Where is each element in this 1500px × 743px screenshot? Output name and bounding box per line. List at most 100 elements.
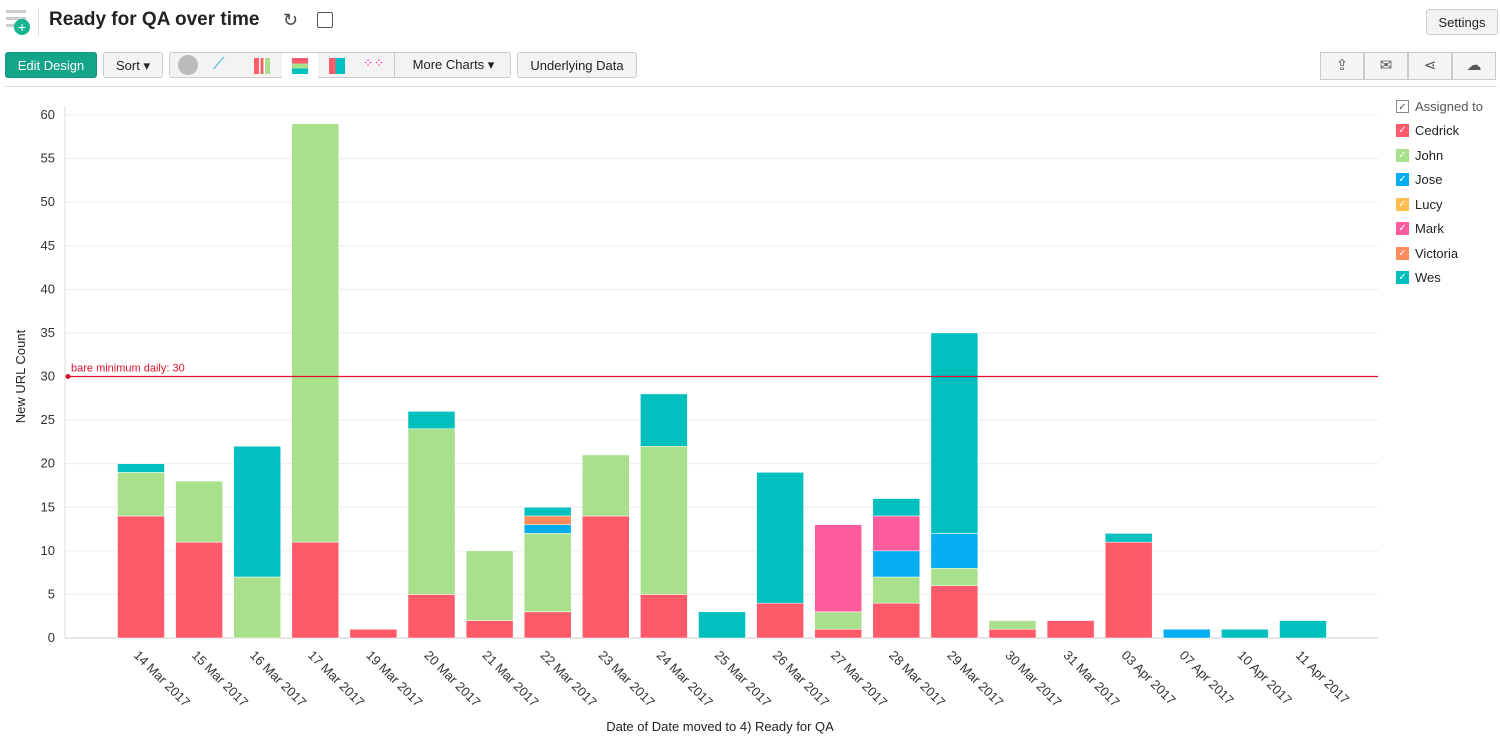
bar-segment-victoria[interactable]	[523, 515, 572, 525]
bar-segment-john[interactable]	[988, 620, 1037, 630]
bar-segment-john[interactable]	[640, 445, 688, 595]
refresh-icon[interactable]: ↻	[283, 10, 298, 31]
bar-segment-cedrick[interactable]	[640, 594, 688, 639]
checkbox-icon: ✓	[1396, 197, 1409, 211]
legend-label: Mark	[1415, 221, 1444, 237]
bar-segment-jose[interactable]	[930, 533, 979, 569]
legend-item-victoria[interactable]: ✓ Victoria	[1396, 241, 1483, 266]
checkbox-icon: ✓	[1396, 124, 1409, 138]
x-tick-label: 20 Mar 2017	[421, 648, 483, 710]
legend-item-mark[interactable]: ✓ Mark	[1396, 217, 1483, 242]
menu-add-icon[interactable]: +	[6, 8, 32, 36]
bar-segment-wes[interactable]	[756, 472, 804, 604]
bar-segment-wes[interactable]	[407, 411, 456, 430]
bar-segment-cedrick[interactable]	[175, 541, 223, 639]
legend: ✓ Assigned to ✓ Cedrick ✓ John ✓ Jose ✓ Lucy ✓ Mar…	[1396, 94, 1483, 290]
stacked-bar-chart-icon[interactable]	[282, 53, 318, 79]
cloud-upload-icon[interactable]: ☁	[1452, 52, 1496, 80]
legend-label: Cedrick	[1415, 123, 1460, 139]
scatter-chart-icon[interactable]: ⁘⁘	[363, 56, 385, 70]
bar-segment-cedrick[interactable]	[988, 629, 1037, 639]
bar-segment-mark[interactable]	[814, 524, 862, 613]
bar-segment-cedrick[interactable]	[291, 541, 340, 639]
legend-title[interactable]: ✓ Assigned to	[1396, 94, 1483, 119]
bar-segment-mark[interactable]	[872, 515, 921, 552]
x-axis-title: Date of Date moved to 4) Ready for QA	[606, 719, 834, 734]
bar-segment-cedrick[interactable]	[465, 620, 514, 639]
bar-segment-john[interactable]	[465, 550, 514, 621]
bar-segment-cedrick[interactable]	[407, 594, 456, 639]
underlying-data-button[interactable]: Underlying Data	[517, 52, 637, 78]
x-tick-label: 21 Mar 2017	[479, 648, 541, 710]
bar-segment-cedrick[interactable]	[117, 515, 165, 639]
bar-segment-cedrick[interactable]	[1104, 541, 1153, 639]
x-tick-label: 25 Mar 2017	[712, 648, 774, 710]
bar-segment-john[interactable]	[523, 533, 572, 613]
bar-segment-john[interactable]	[291, 123, 340, 543]
x-tick-label: 27 Mar 2017	[828, 648, 890, 710]
bar-segment-cedrick[interactable]	[756, 602, 804, 639]
bar-segment-wes[interactable]	[1279, 620, 1327, 639]
combo-chart-icon[interactable]	[329, 58, 345, 74]
bar-segment-john[interactable]	[175, 480, 223, 543]
bar-segment-wes[interactable]	[117, 463, 165, 473]
bar-segment-wes[interactable]	[523, 507, 572, 517]
x-tick-label: 30 Mar 2017	[1002, 648, 1064, 710]
bar-segment-john[interactable]	[582, 454, 630, 517]
save-icon[interactable]	[317, 12, 333, 28]
reference-line-label: bare minimum daily: 30	[71, 363, 185, 375]
bar-segment-john[interactable]	[407, 428, 456, 595]
bar-segment-wes[interactable]	[640, 393, 688, 447]
line-chart-icon[interactable]: ⟋	[213, 56, 224, 74]
bar-segment-wes[interactable]	[698, 611, 746, 639]
bar-segment-cedrick[interactable]	[1046, 620, 1095, 639]
settings-button[interactable]: Settings	[1426, 9, 1498, 35]
bar-segment-jose[interactable]	[523, 524, 572, 534]
bar-segment-cedrick[interactable]	[872, 602, 921, 639]
toolbar-divider	[5, 86, 1497, 87]
bar-segment-john[interactable]	[930, 568, 979, 586]
x-tick-label: 07 Apr 2017	[1177, 648, 1237, 708]
y-tick-label: 40	[41, 281, 55, 296]
legend-item-wes[interactable]: ✓ Wes	[1396, 266, 1483, 291]
x-tick-label: 16 Mar 2017	[247, 648, 309, 710]
y-tick-label: 25	[41, 412, 55, 427]
legend-item-jose[interactable]: ✓ Jose	[1396, 168, 1483, 193]
legend-item-lucy[interactable]: ✓ Lucy	[1396, 192, 1483, 217]
bar-segment-wes[interactable]	[872, 498, 921, 517]
legend-item-john[interactable]: ✓ John	[1396, 143, 1483, 168]
more-charts-button[interactable]: More Charts ▾	[394, 52, 512, 78]
x-tick-label: 22 Mar 2017	[538, 648, 600, 710]
bar-segment-cedrick[interactable]	[814, 629, 862, 639]
bar-segment-wes[interactable]	[1221, 629, 1269, 639]
bar-chart-icon[interactable]	[254, 58, 270, 74]
bar-segment-wes[interactable]	[1104, 533, 1153, 543]
email-icon[interactable]: ✉	[1364, 52, 1408, 80]
x-tick-label: 31 Mar 2017	[1060, 648, 1122, 710]
edit-design-button[interactable]: Edit Design	[5, 52, 97, 78]
pie-chart-icon[interactable]	[178, 55, 198, 75]
legend-label: Jose	[1415, 172, 1443, 188]
x-tick-label: 24 Mar 2017	[654, 648, 716, 710]
bar-segment-cedrick[interactable]	[582, 515, 630, 639]
bar-segment-jose[interactable]	[1163, 629, 1211, 639]
export-icon[interactable]: ⇪	[1320, 52, 1364, 80]
bar-segment-john[interactable]	[814, 611, 862, 630]
bar-segment-john[interactable]	[117, 472, 165, 517]
checkbox-icon: ✓	[1396, 222, 1409, 236]
bar-segment-john[interactable]	[872, 576, 921, 604]
share-icon[interactable]: ⋖	[1408, 52, 1452, 80]
bar-segment-cedrick[interactable]	[930, 585, 979, 639]
bar-segment-wes[interactable]	[930, 332, 979, 534]
bar-segment-cedrick[interactable]	[523, 611, 572, 639]
bar-segment-john[interactable]	[233, 576, 281, 639]
x-tick-label: 14 Mar 2017	[131, 648, 193, 710]
sort-button[interactable]: Sort ▾	[103, 52, 163, 78]
y-tick-label: 60	[41, 107, 55, 122]
bar-segment-jose[interactable]	[872, 550, 921, 578]
bar-segment-wes[interactable]	[233, 445, 281, 578]
reference-line-marker	[65, 374, 71, 379]
stacked-bar-chart: 0 5 10 15 20 25 30 35 40 45 50 55 60 New URL Count Dat…	[13, 106, 1378, 734]
bar-segment-cedrick[interactable]	[349, 629, 398, 639]
legend-item-cedrick[interactable]: ✓ Cedrick	[1396, 119, 1483, 144]
